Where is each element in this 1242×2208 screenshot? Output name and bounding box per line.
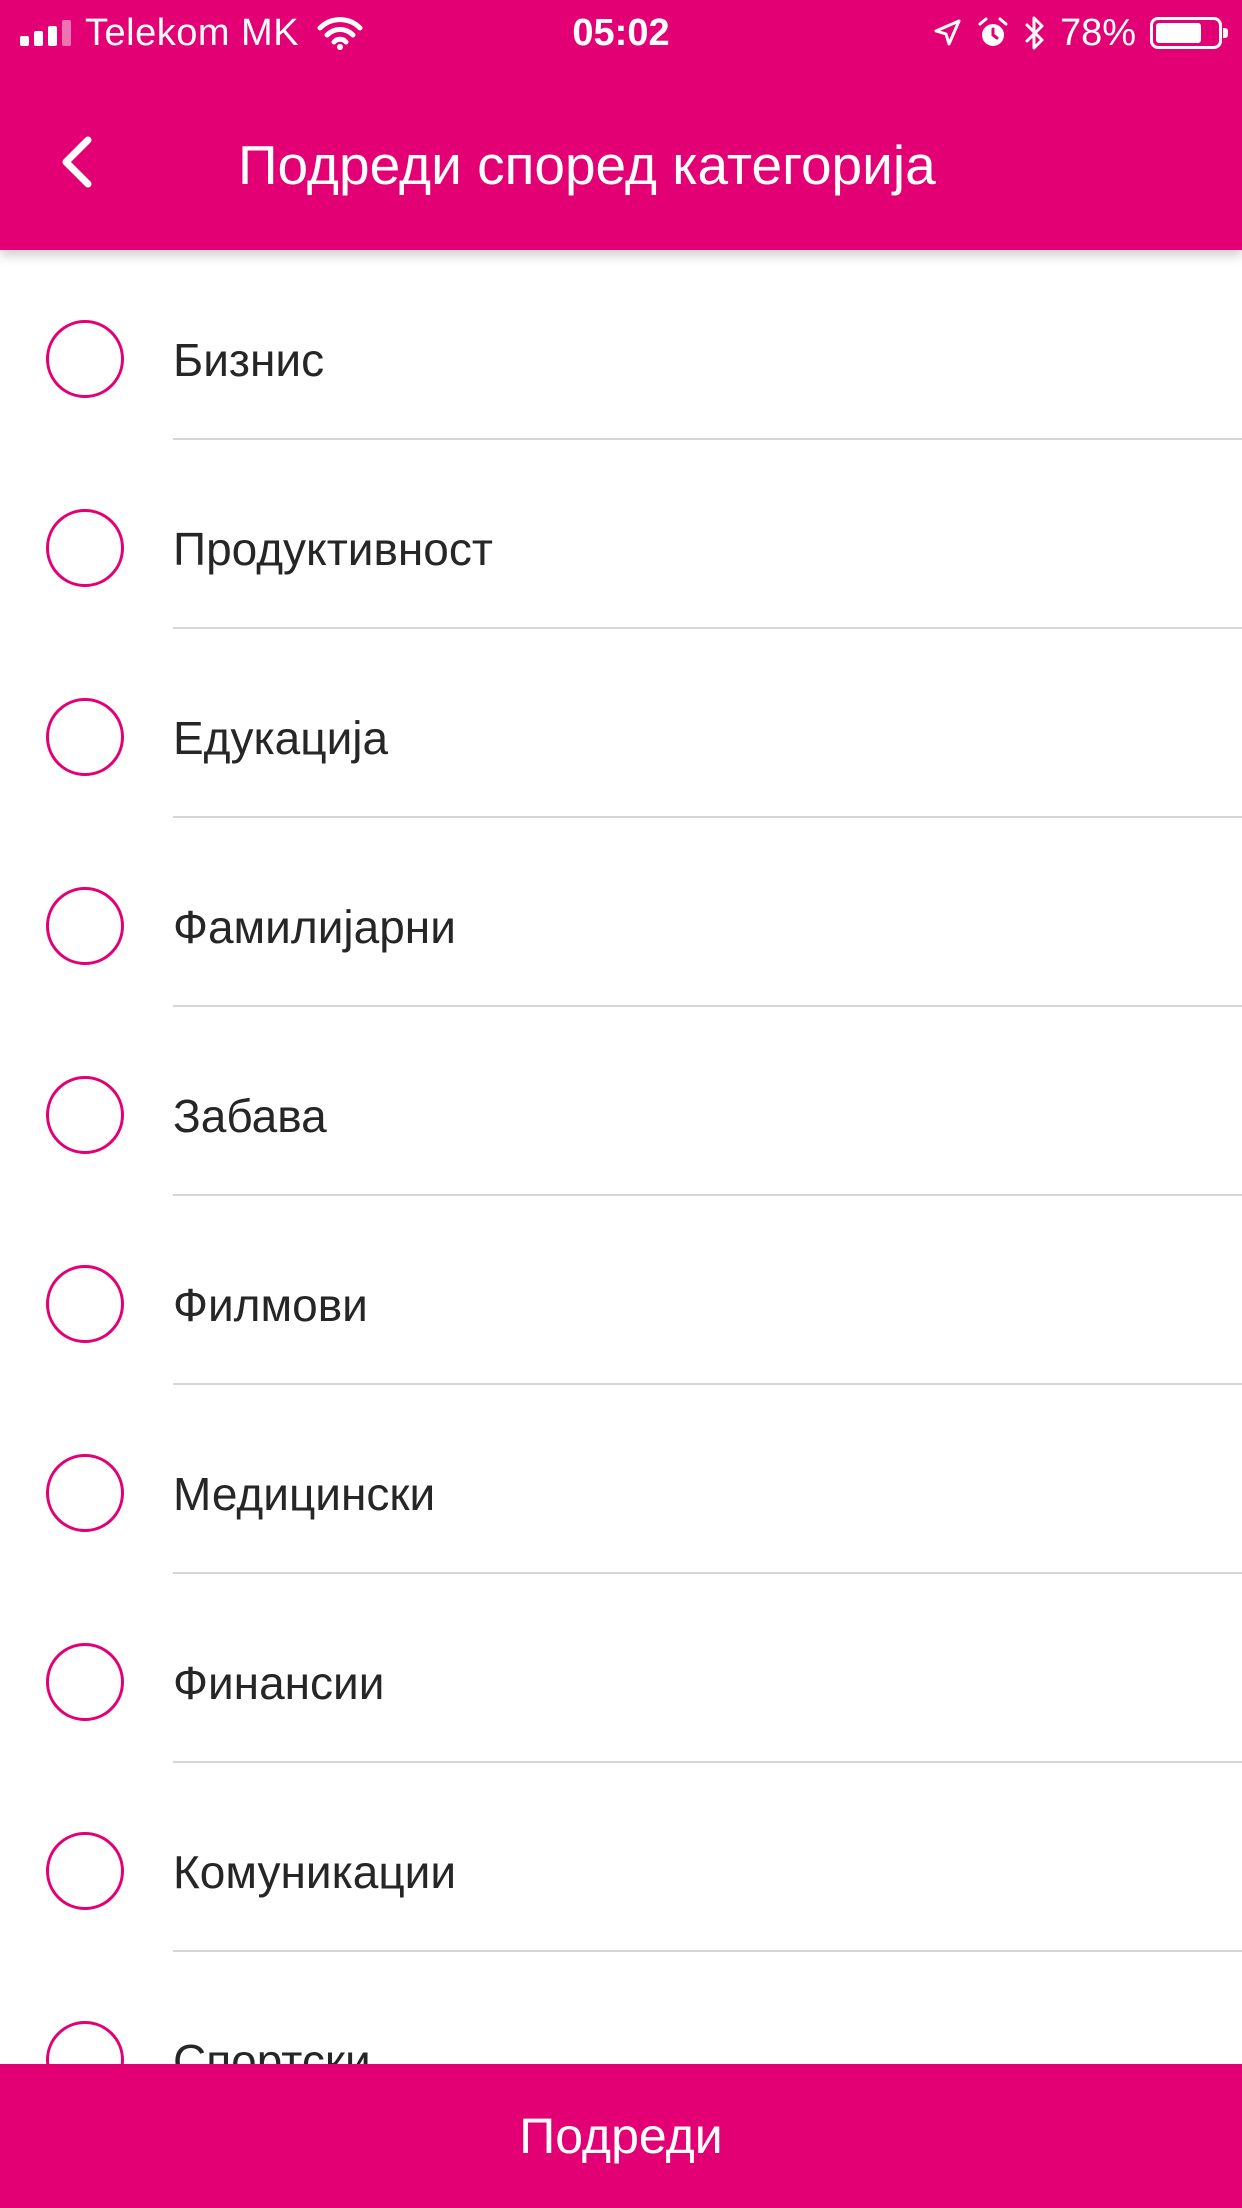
page-title: Подреди според категорија [238, 134, 936, 196]
category-row[interactable]: Продуктивност [0, 439, 1242, 629]
chevron-left-icon [62, 136, 92, 188]
category-row[interactable]: Фамилијарни [0, 817, 1242, 1007]
location-arrow-icon [934, 19, 961, 46]
category-label: Комуникации [173, 1846, 457, 1898]
category-label: Продуктивност [173, 523, 493, 575]
category-label: Бизнис [173, 334, 325, 386]
category-label: Забава [173, 1090, 327, 1142]
radio-button[interactable] [46, 698, 124, 776]
category-row[interactable]: Филмови [0, 1195, 1242, 1385]
radio-button[interactable] [46, 887, 124, 965]
radio-button[interactable] [46, 2021, 124, 2064]
category-label: Фамилијарни [173, 901, 456, 953]
category-label: Едукација [173, 712, 389, 764]
bluetooth-icon [1025, 16, 1044, 50]
category-row[interactable]: Забава [0, 1006, 1242, 1196]
radio-button[interactable] [46, 1832, 124, 1910]
sort-button-label: Подреди [519, 2108, 723, 2164]
category-row[interactable]: Медицински [0, 1384, 1242, 1574]
radio-button[interactable] [46, 1643, 124, 1721]
radio-button[interactable] [46, 1454, 124, 1532]
battery-icon [1150, 17, 1228, 49]
status-right: 78% [932, 10, 1228, 56]
category-label: Финансии [173, 1657, 385, 1709]
alarm-clock-icon [978, 17, 1008, 46]
category-label: Спортски [173, 2035, 371, 2064]
radio-button[interactable] [46, 320, 124, 398]
category-row[interactable]: Спортски [0, 1951, 1242, 2064]
category-row[interactable]: Едукација [0, 628, 1242, 818]
category-list: Бизнис Продуктивност Едукација Фамилијарни З… [0, 250, 1242, 2064]
status-bar: Telekom MK 05:02 78% [0, 0, 1242, 66]
radio-button[interactable] [46, 1265, 124, 1343]
category-row[interactable]: Финансии [0, 1573, 1242, 1763]
category-row[interactable]: Бизнис [0, 250, 1242, 440]
app-header: Telekom MK 05:02 78% Подреди според кате… [0, 0, 1242, 250]
radio-button[interactable] [46, 509, 124, 587]
category-label: Медицински [173, 1468, 436, 1520]
battery-percent: 78% [1059, 11, 1136, 54]
back-button[interactable] [58, 120, 118, 204]
category-label: Филмови [173, 1279, 368, 1331]
battery-nub [1223, 28, 1228, 38]
category-row[interactable]: Комуникации [0, 1762, 1242, 1952]
battery-level-fill [1156, 23, 1202, 43]
radio-button[interactable] [46, 1076, 124, 1154]
sort-button[interactable]: Подреди [0, 2064, 1242, 2208]
